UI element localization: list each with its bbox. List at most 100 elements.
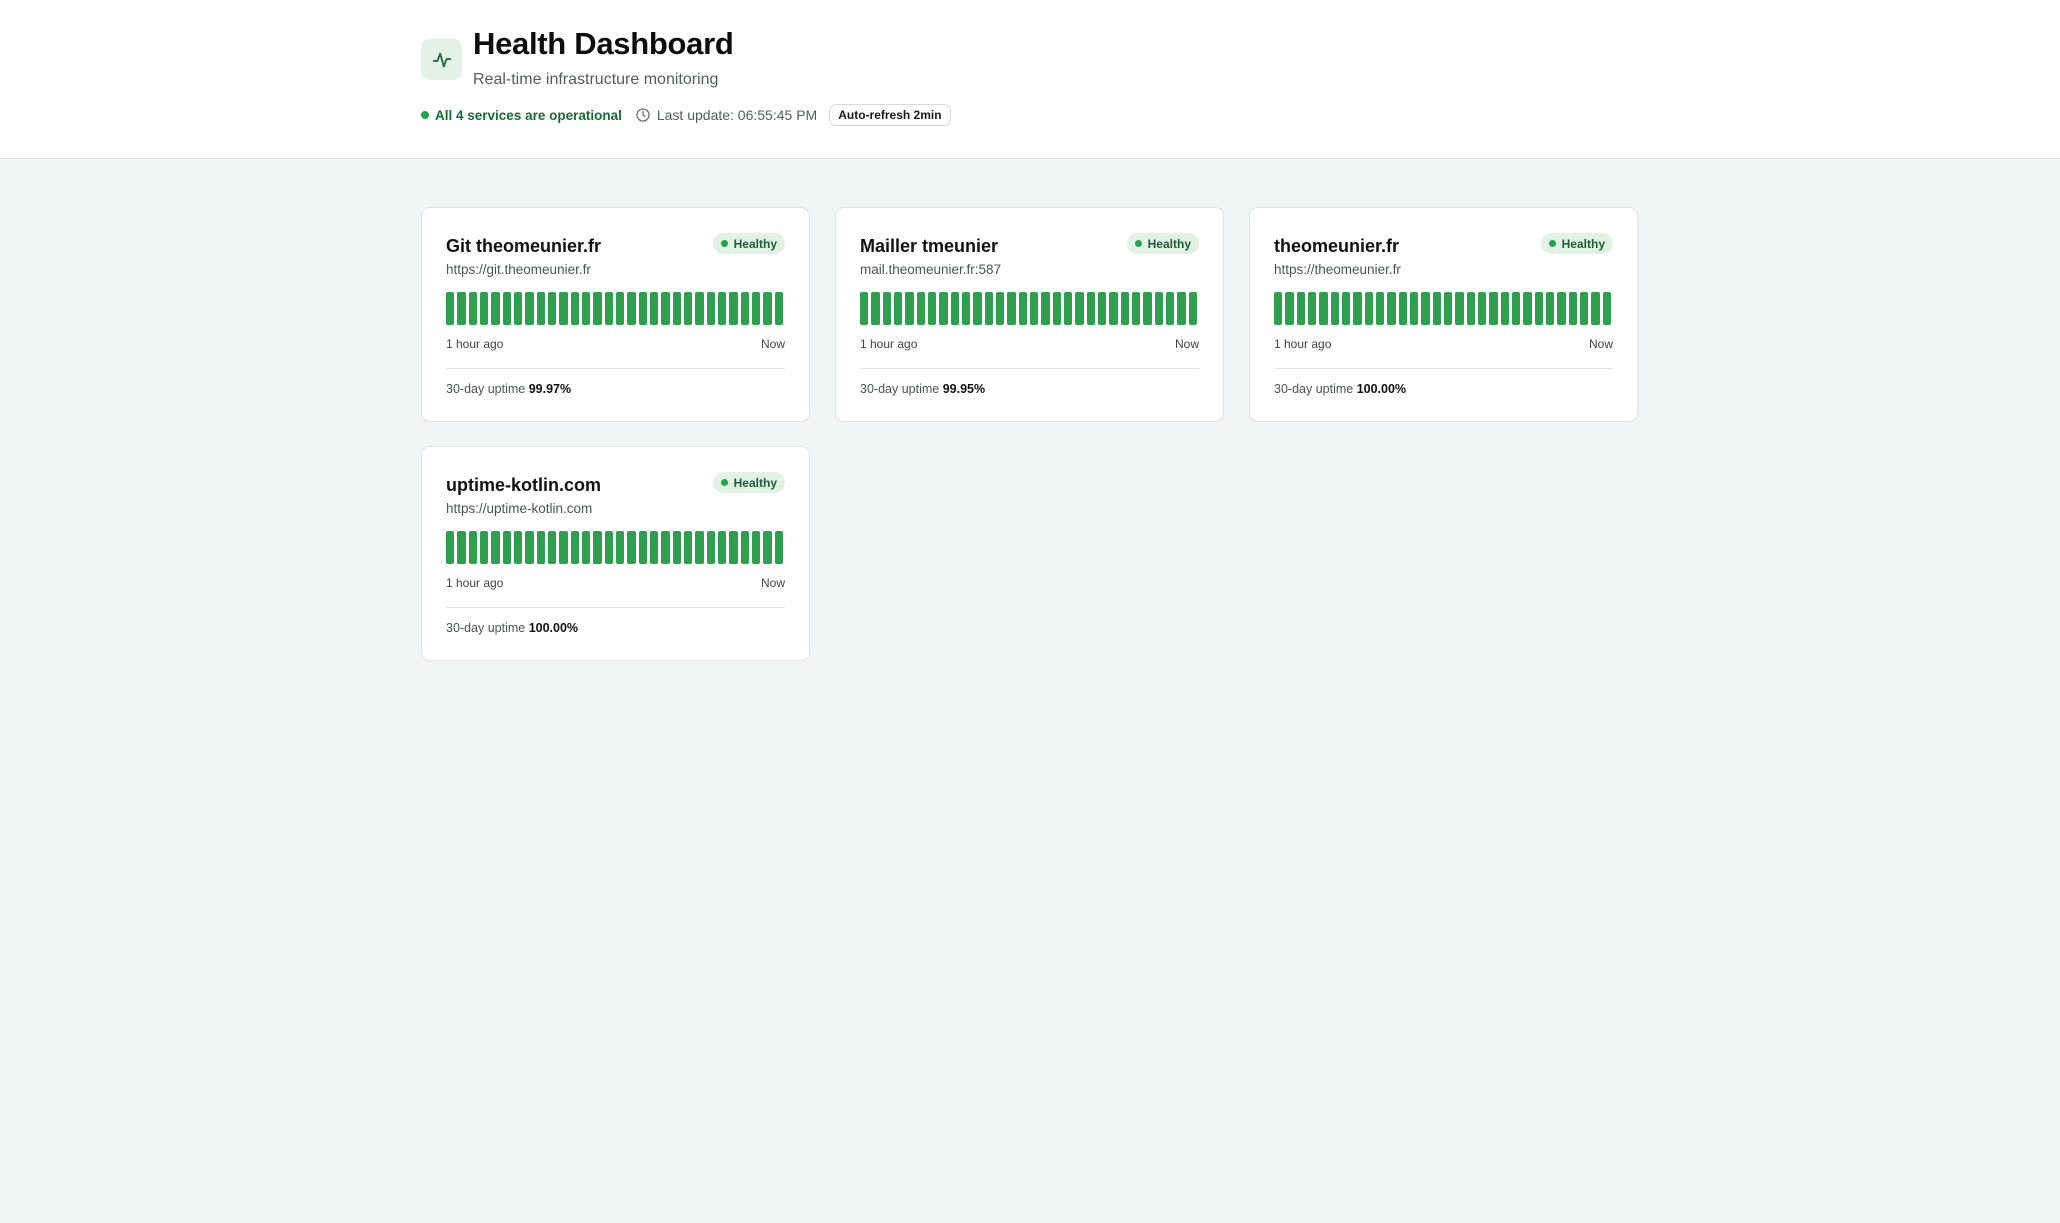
uptime-check-bar[interactable] — [684, 292, 693, 325]
uptime-check-bar[interactable] — [1109, 292, 1118, 325]
uptime-check-bar[interactable] — [638, 292, 648, 325]
uptime-check-bar[interactable] — [672, 531, 682, 564]
uptime-check-bar[interactable] — [502, 531, 512, 564]
uptime-check-bar[interactable] — [1557, 292, 1566, 325]
uptime-check-bar[interactable] — [491, 292, 500, 325]
uptime-check-bar[interactable] — [939, 292, 948, 325]
uptime-check-bar[interactable] — [1285, 292, 1294, 325]
uptime-check-bar[interactable] — [871, 292, 880, 325]
uptime-check-bar[interactable] — [446, 292, 455, 325]
uptime-check-bar[interactable] — [774, 292, 784, 325]
uptime-check-bar[interactable] — [984, 292, 994, 325]
uptime-check-bar[interactable] — [582, 531, 591, 564]
uptime-check-bar[interactable] — [1602, 292, 1612, 325]
uptime-check-bar[interactable] — [525, 292, 534, 325]
uptime-check-bar[interactable] — [763, 531, 772, 564]
uptime-check-bar[interactable] — [1342, 292, 1351, 325]
uptime-check-bar[interactable] — [548, 292, 557, 325]
uptime-check-bar[interactable] — [1154, 292, 1164, 325]
uptime-check-bar[interactable] — [752, 531, 761, 564]
uptime-check-bar[interactable] — [593, 531, 602, 564]
uptime-check-bar[interactable] — [1455, 292, 1464, 325]
uptime-check-bar[interactable] — [1387, 292, 1396, 325]
uptime-check-bar[interactable] — [1330, 292, 1340, 325]
uptime-check-bar[interactable] — [570, 292, 580, 325]
uptime-check-bar[interactable] — [996, 292, 1005, 325]
uptime-check-bar[interactable] — [457, 292, 466, 325]
uptime-check-bar[interactable] — [1132, 292, 1141, 325]
uptime-check-bar[interactable] — [650, 292, 659, 325]
uptime-check-bar[interactable] — [514, 531, 523, 564]
service-card[interactable]: Git theomeunier.fr https://git.theomeunie… — [421, 207, 810, 422]
uptime-check-bar[interactable] — [1534, 292, 1544, 325]
uptime-check-bar[interactable] — [1546, 292, 1555, 325]
uptime-check-bar[interactable] — [706, 531, 716, 564]
uptime-check-bar[interactable] — [1489, 292, 1498, 325]
uptime-check-bar[interactable] — [627, 531, 636, 564]
uptime-check-bar[interactable] — [740, 531, 750, 564]
uptime-check-bar[interactable] — [1274, 292, 1283, 325]
uptime-check-bar[interactable] — [1007, 292, 1016, 325]
uptime-check-bar[interactable] — [468, 292, 478, 325]
uptime-check-bar[interactable] — [1500, 292, 1510, 325]
uptime-check-bar[interactable] — [559, 292, 568, 325]
uptime-check-bar[interactable] — [650, 531, 659, 564]
uptime-check-bar[interactable] — [1075, 292, 1084, 325]
uptime-check-bar[interactable] — [1177, 292, 1186, 325]
uptime-check-bar[interactable] — [604, 292, 614, 325]
auto-refresh-badge[interactable]: Auto-refresh 2min — [829, 104, 951, 126]
uptime-check-bar[interactable] — [1432, 292, 1442, 325]
uptime-check-bar[interactable] — [1591, 292, 1600, 325]
uptime-check-bar[interactable] — [882, 292, 892, 325]
uptime-check-bar[interactable] — [638, 531, 648, 564]
uptime-check-bar[interactable] — [536, 292, 546, 325]
uptime-check-bar[interactable] — [1018, 292, 1028, 325]
uptime-check-bar[interactable] — [1410, 292, 1419, 325]
uptime-check-bar[interactable] — [973, 292, 982, 325]
service-card[interactable]: uptime-kotlin.com https://uptime-kotlin.c… — [421, 446, 810, 661]
uptime-check-bar[interactable] — [1568, 292, 1578, 325]
uptime-check-bar[interactable] — [604, 531, 614, 564]
uptime-check-bar[interactable] — [916, 292, 926, 325]
uptime-check-bar[interactable] — [536, 531, 546, 564]
uptime-check-bar[interactable] — [559, 531, 568, 564]
uptime-check-bar[interactable] — [480, 292, 489, 325]
uptime-check-bar[interactable] — [582, 292, 591, 325]
uptime-check-bar[interactable] — [950, 292, 960, 325]
service-card[interactable]: theomeunier.fr https://theomeunier.fr Heal… — [1249, 207, 1638, 422]
uptime-check-bar[interactable] — [661, 292, 670, 325]
uptime-check-bar[interactable] — [752, 292, 761, 325]
uptime-check-bar[interactable] — [1523, 292, 1532, 325]
uptime-check-bar[interactable] — [1086, 292, 1096, 325]
uptime-check-bar[interactable] — [1580, 292, 1589, 325]
uptime-check-bar[interactable] — [695, 531, 704, 564]
uptime-check-bar[interactable] — [1398, 292, 1408, 325]
uptime-check-bar[interactable] — [763, 292, 772, 325]
uptime-check-bar[interactable] — [905, 292, 914, 325]
uptime-check-bar[interactable] — [468, 531, 478, 564]
uptime-check-bar[interactable] — [1478, 292, 1487, 325]
uptime-check-bar[interactable] — [593, 292, 602, 325]
uptime-check-bar[interactable] — [570, 531, 580, 564]
uptime-check-bar[interactable] — [1120, 292, 1130, 325]
uptime-check-bar[interactable] — [1512, 292, 1521, 325]
uptime-check-bar[interactable] — [1188, 292, 1198, 325]
uptime-check-bar[interactable] — [1466, 292, 1476, 325]
uptime-check-bar[interactable] — [491, 531, 500, 564]
service-card[interactable]: Mailler tmeunier mail.theomeunier.fr:587 H… — [835, 207, 1224, 422]
uptime-check-bar[interactable] — [718, 531, 727, 564]
uptime-check-bar[interactable] — [1376, 292, 1385, 325]
uptime-check-bar[interactable] — [1319, 292, 1328, 325]
uptime-check-bar[interactable] — [525, 531, 534, 564]
uptime-check-bar[interactable] — [616, 292, 625, 325]
uptime-check-bar[interactable] — [1353, 292, 1362, 325]
uptime-check-bar[interactable] — [928, 292, 937, 325]
uptime-check-bar[interactable] — [672, 292, 682, 325]
uptime-check-bar[interactable] — [860, 292, 869, 325]
uptime-check-bar[interactable] — [1166, 292, 1175, 325]
uptime-check-bar[interactable] — [894, 292, 903, 325]
uptime-check-bar[interactable] — [548, 531, 557, 564]
uptime-check-bar[interactable] — [740, 292, 750, 325]
uptime-check-bar[interactable] — [502, 292, 512, 325]
uptime-check-bar[interactable] — [706, 292, 716, 325]
